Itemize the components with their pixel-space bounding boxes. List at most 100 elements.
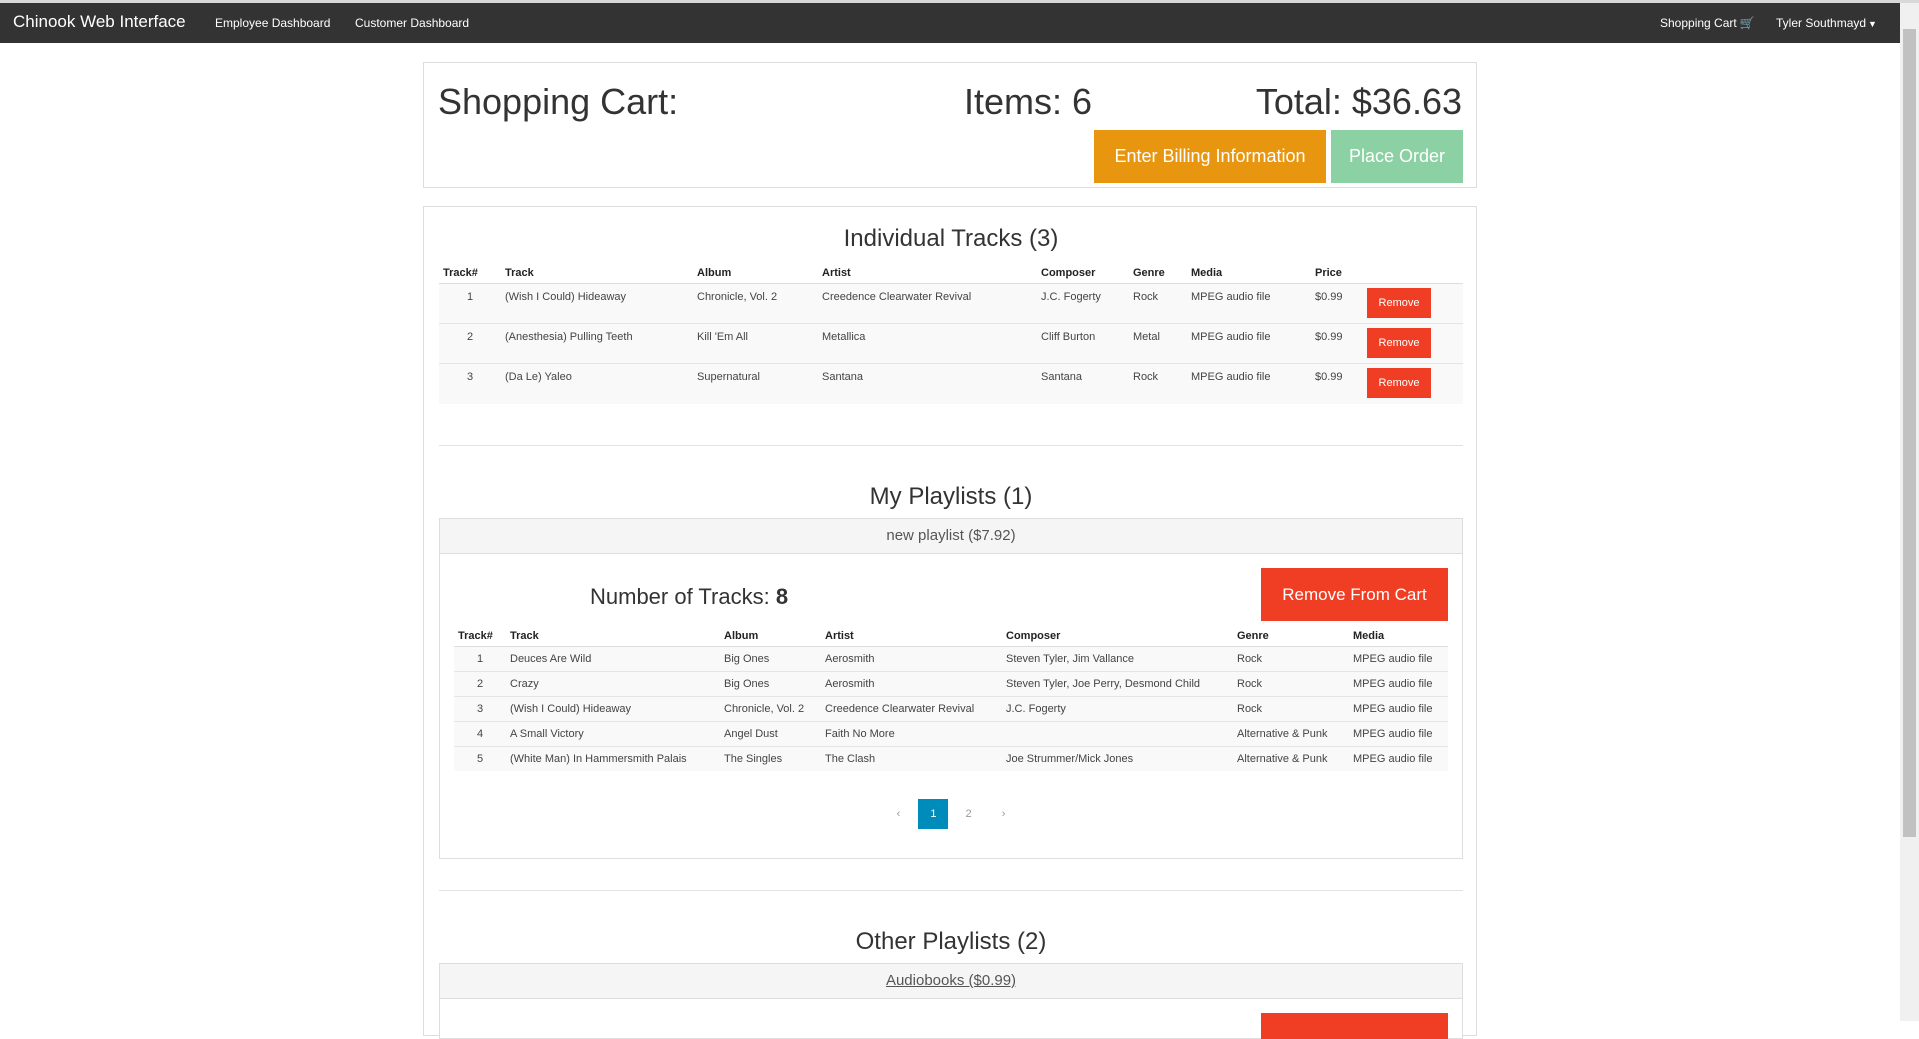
- cell: 3: [439, 363, 501, 404]
- remove-track-button[interactable]: Remove: [1367, 288, 1431, 318]
- cell: Remove: [1363, 363, 1463, 404]
- cart-contents-panel: Individual Tracks (3) Track# Track Album…: [423, 206, 1477, 1039]
- brand-link[interactable]: Chinook Web Interface: [13, 12, 186, 32]
- cell: (Wish I Could) Hideaway: [501, 283, 693, 324]
- cell: $0.99: [1311, 323, 1363, 364]
- other-playlist-header[interactable]: Audiobooks ($0.99): [439, 963, 1463, 999]
- col-header: Artist: [818, 263, 1037, 284]
- cell: Santana: [1037, 363, 1129, 404]
- col-header: Track: [506, 626, 720, 647]
- nav-employee-dashboard[interactable]: Employee Dashboard: [215, 16, 330, 30]
- nav-shopping-cart[interactable]: Shopping Cart 🛒: [1660, 16, 1755, 30]
- cell: The Singles: [720, 746, 821, 771]
- cell: $0.99: [1311, 363, 1363, 404]
- remove-from-cart-button[interactable]: Remove From Cart: [1261, 568, 1448, 621]
- col-header: Composer: [1002, 626, 1233, 647]
- number-of-tracks-label: Number of Tracks:: [590, 584, 770, 609]
- col-header: Price: [1311, 263, 1363, 284]
- page-scrollbar[interactable]: [1900, 3, 1919, 1021]
- items-count: Items: 6: [964, 81, 1093, 122]
- caret-down-icon: ▼: [1868, 19, 1877, 29]
- pagination-page-1[interactable]: 1: [918, 799, 949, 829]
- cell: MPEG audio file: [1187, 323, 1311, 364]
- cell: Chronicle, Vol. 2: [720, 696, 821, 722]
- cell: Alternative & Punk: [1233, 721, 1349, 747]
- individual-tracks-title: Individual Tracks (3): [843, 225, 1059, 252]
- cell: J.C. Fogerty: [1037, 283, 1129, 324]
- col-header: Track: [501, 263, 693, 284]
- remove-track-button[interactable]: Remove: [1367, 328, 1431, 358]
- cell: Aerosmith: [821, 671, 1002, 697]
- section-divider: [439, 890, 1463, 891]
- cell: Deuces Are Wild: [506, 646, 720, 672]
- enter-billing-button[interactable]: Enter Billing Information: [1094, 130, 1326, 183]
- cell: [1002, 721, 1233, 747]
- pagination-prev[interactable]: ‹: [883, 799, 913, 829]
- cell: J.C. Fogerty: [1002, 696, 1233, 722]
- cart-summary-panel: Shopping Cart: Items: 6 Total: $36.63 En…: [423, 62, 1477, 188]
- cell: Big Ones: [720, 646, 821, 672]
- other-playlist-name[interactable]: Audiobooks ($0.99): [886, 972, 1016, 989]
- cell: 4: [454, 721, 506, 747]
- cell: Creedence Clearwater Revival: [818, 283, 1037, 324]
- cell: Aerosmith: [821, 646, 1002, 672]
- other-playlists-title: Other Playlists (2): [855, 928, 1047, 955]
- pagination-page-2[interactable]: 2: [954, 799, 984, 829]
- section-divider: [439, 445, 1463, 446]
- cell: 2: [439, 323, 501, 364]
- cell: Joe Strummer/Mick Jones: [1002, 746, 1233, 771]
- table-header-row: Track# Track Album Artist Composer Genre…: [454, 626, 1448, 647]
- cell: A Small Victory: [506, 721, 720, 747]
- place-order-button[interactable]: Place Order: [1331, 130, 1463, 183]
- cell: Crazy: [506, 671, 720, 697]
- cell: MPEG audio file: [1349, 721, 1448, 747]
- page-title: Shopping Cart:: [438, 81, 679, 122]
- cell: MPEG audio file: [1187, 363, 1311, 404]
- table-row: 3 (Da Le) Yaleo Supernatural Santana San…: [439, 363, 1463, 404]
- col-header: Album: [720, 626, 821, 647]
- col-header: Media: [1187, 263, 1311, 284]
- col-header: Media: [1349, 626, 1448, 647]
- number-of-tracks-value: 8: [775, 584, 789, 609]
- pagination-next[interactable]: ›: [989, 799, 1019, 829]
- number-of-tracks: Number of Tracks: 8: [590, 584, 788, 610]
- playlist-header[interactable]: new playlist ($7.92): [439, 518, 1463, 554]
- other-playlist-body: [439, 999, 1463, 1039]
- cell: Rock: [1233, 696, 1349, 722]
- cell: Faith No More: [821, 721, 1002, 747]
- remove-track-button[interactable]: Remove: [1367, 368, 1431, 398]
- cell: The Clash: [821, 746, 1002, 771]
- cell: (Da Le) Yaleo: [501, 363, 693, 404]
- cell: MPEG audio file: [1349, 746, 1448, 771]
- cart-total: Total: $36.63: [1255, 81, 1462, 122]
- table-row: 4 A Small Victory Angel Dust Faith No Mo…: [454, 721, 1448, 747]
- col-header: Album: [693, 263, 818, 284]
- col-header: Composer: [1037, 263, 1129, 284]
- nav-customer-dashboard[interactable]: Customer Dashboard: [355, 16, 469, 30]
- col-header: Genre: [1129, 263, 1187, 284]
- cell: 2: [454, 671, 506, 697]
- cell: Steven Tyler, Jim Vallance: [1002, 646, 1233, 672]
- col-header: Track#: [454, 626, 506, 647]
- col-header: Genre: [1233, 626, 1349, 647]
- cell: 1: [454, 646, 506, 672]
- scrollbar-thumb[interactable]: [1903, 29, 1916, 837]
- cell: (Anesthesia) Pulling Teeth: [501, 323, 693, 364]
- table-row: 5 (White Man) In Hammersmith Palais The …: [454, 746, 1448, 771]
- cell: Santana: [818, 363, 1037, 404]
- cell: Rock: [1129, 363, 1187, 404]
- cell: Alternative & Punk: [1233, 746, 1349, 771]
- cell: Creedence Clearwater Revival: [821, 696, 1002, 722]
- cell: Steven Tyler, Joe Perry, Desmond Child: [1002, 671, 1233, 697]
- cell: Chronicle, Vol. 2: [693, 283, 818, 324]
- cell: Remove: [1363, 323, 1463, 364]
- individual-tracks-table: Track# Track Album Artist Composer Genre…: [439, 263, 1463, 404]
- table-row: 1 Deuces Are Wild Big Ones Aerosmith Ste…: [454, 646, 1448, 672]
- col-header: [1363, 263, 1463, 284]
- cell: 3: [454, 696, 506, 722]
- cell: Metal: [1129, 323, 1187, 364]
- user-menu[interactable]: Tyler Southmayd ▼: [1776, 16, 1877, 30]
- table-row: 3 (Wish I Could) Hideaway Chronicle, Vol…: [454, 696, 1448, 722]
- remove-from-cart-button-partial[interactable]: [1261, 1013, 1448, 1039]
- cell: Metallica: [818, 323, 1037, 364]
